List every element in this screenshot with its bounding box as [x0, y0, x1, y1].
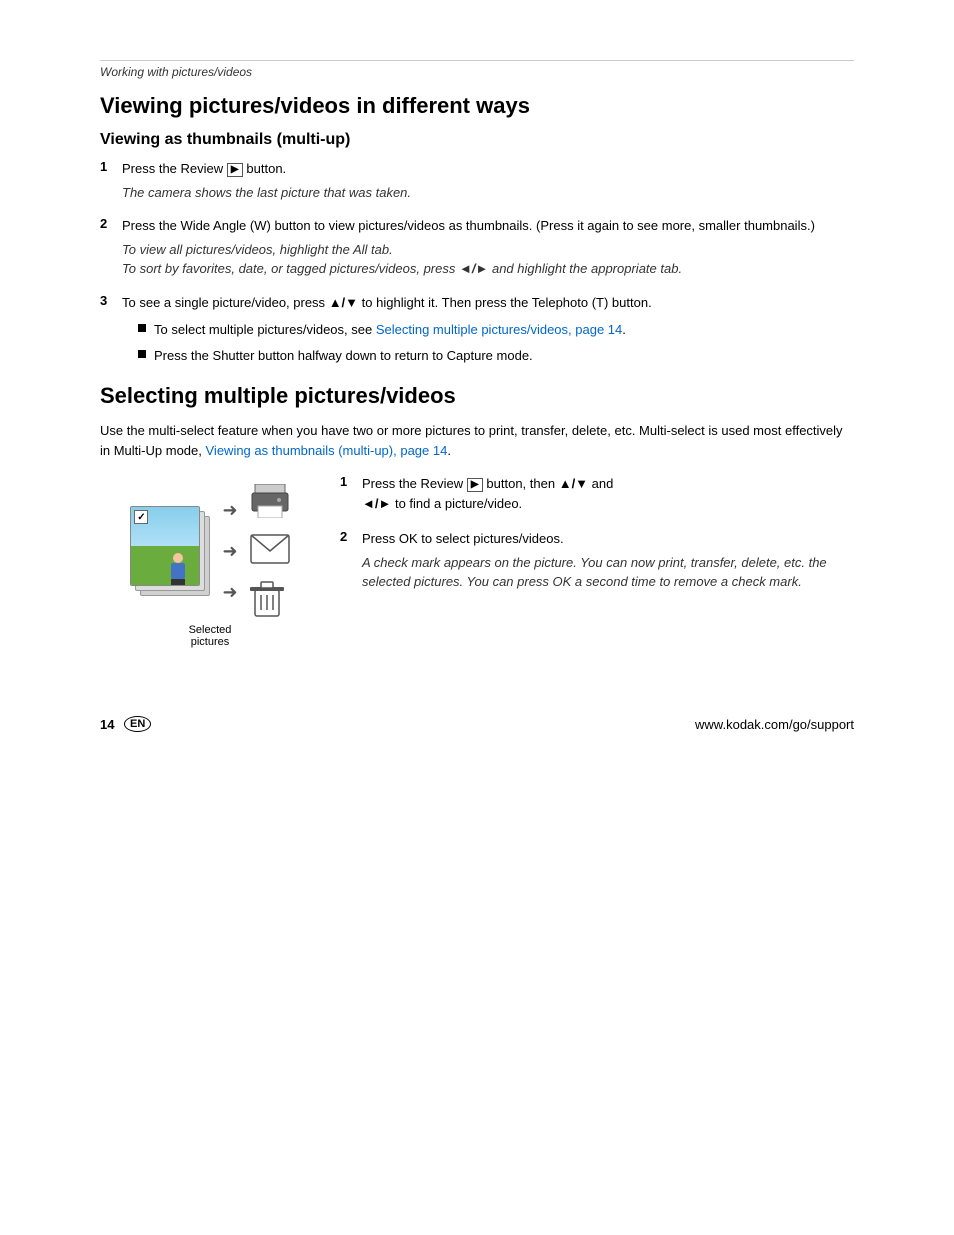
section2-step-2-number: 2 — [340, 529, 356, 544]
selected-pictures-caption: Selected pictures — [189, 624, 232, 648]
arrow-email: ➜ — [222, 541, 237, 562]
photo-checkmark: ✓ — [134, 510, 148, 524]
bullet-1-text: To select multiple pictures/videos, see … — [154, 320, 626, 340]
bullet-square-icon — [138, 324, 146, 332]
photo-stack: ✓ — [130, 506, 210, 596]
photo-card-front: ✓ — [130, 506, 200, 586]
top-rule — [100, 60, 854, 61]
section2-step-1-number: 1 — [340, 474, 356, 489]
section2-steps: 1 Press the Review ▶ button, then ▲/▼ an… — [320, 474, 854, 648]
step-1-note: The camera shows the last picture that w… — [122, 183, 854, 203]
step-2-text: Press the Wide Angle (W) button to view … — [122, 216, 854, 236]
figure-head — [173, 553, 183, 563]
step-3-bullets: To select multiple pictures/videos, see … — [138, 320, 854, 365]
multi-select-area: ✓ ➜ ➜ ➜ — [100, 474, 854, 648]
review-button-icon: ▶ — [227, 163, 243, 177]
step-1-number: 1 — [100, 159, 116, 174]
page-footer: 14 EN www.kodak.com/go/support — [100, 708, 854, 732]
figure-legs — [171, 579, 185, 586]
section2-step-2-text: Press OK to select pictures/videos. — [362, 529, 854, 549]
figure-person — [169, 553, 187, 583]
figure-body — [171, 563, 185, 579]
breadcrumb: Working with pictures/videos — [100, 65, 854, 79]
bullet-2: Press the Shutter button halfway down to… — [138, 346, 854, 366]
arrow-printer: ➜ — [222, 500, 237, 521]
illustration-inner: ✓ ➜ ➜ ➜ — [130, 484, 289, 618]
step-2-note: To view all pictures/videos, highlight t… — [122, 240, 854, 279]
bullet-1: To select multiple pictures/videos, see … — [138, 320, 854, 340]
photo-ground — [131, 546, 199, 585]
section2-step-2: 2 Press OK to select pictures/videos. A … — [340, 529, 854, 596]
photo-card-scene: ✓ — [131, 507, 199, 585]
step-3-content: To see a single picture/video, press ▲/▼… — [122, 293, 854, 374]
page-number-area: 14 EN — [100, 716, 151, 732]
section2-step-1-text: Press the Review ▶ button, then ▲/▼ and … — [362, 474, 854, 513]
page-number: 14 — [100, 717, 116, 732]
printer-icon — [250, 484, 290, 518]
language-badge: EN — [124, 716, 151, 732]
footer-url: www.kodak.com/go/support — [695, 717, 854, 732]
section2-title: Selecting multiple pictures/videos — [100, 383, 854, 409]
step-3-number: 3 — [100, 293, 116, 308]
thumbnails-link[interactable]: Viewing as thumbnails (multi-up), page 1… — [206, 443, 448, 458]
arrow-trash: ➜ — [222, 582, 237, 603]
section2-step-1: 1 Press the Review ▶ button, then ▲/▼ an… — [340, 474, 854, 517]
bullet-square-icon-2 — [138, 350, 146, 358]
step-1-text: Press the Review ▶ button. — [122, 159, 854, 179]
step-2-number: 2 — [100, 216, 116, 231]
selecting-link[interactable]: Selecting multiple pictures/videos, page… — [376, 322, 622, 337]
section2-step-2-note: A check mark appears on the picture. You… — [362, 553, 854, 592]
section2-step-1-content: Press the Review ▶ button, then ▲/▼ and … — [362, 474, 854, 517]
step-1: 1 Press the Review ▶ button. The camera … — [100, 159, 854, 206]
section1-title: Viewing pictures/videos in different way… — [100, 93, 854, 119]
review-button-icon-2: ▶ — [467, 478, 483, 492]
trash-icon — [250, 580, 284, 618]
section2-step-2-content: Press OK to select pictures/videos. A ch… — [362, 529, 854, 596]
arrows-column: ➜ ➜ ➜ — [214, 500, 245, 603]
step-3: 3 To see a single picture/video, press ▲… — [100, 293, 854, 374]
step-2: 2 Press the Wide Angle (W) button to vie… — [100, 216, 854, 283]
step-2-content: Press the Wide Angle (W) button to view … — [122, 216, 854, 283]
section2: Selecting multiple pictures/videos Use t… — [100, 383, 854, 648]
illustration-column: ✓ ➜ ➜ ➜ — [100, 474, 320, 648]
bullet-2-text: Press the Shutter button halfway down to… — [154, 346, 533, 366]
subsection1-title: Viewing as thumbnails (multi-up) — [100, 131, 854, 149]
action-icons-column — [250, 484, 290, 618]
email-icon — [250, 534, 290, 564]
section2-intro: Use the multi-select feature when you ha… — [100, 421, 854, 460]
step-3-text: To see a single picture/video, press ▲/▼… — [122, 293, 854, 313]
step-1-content: Press the Review ▶ button. The camera sh… — [122, 159, 854, 206]
